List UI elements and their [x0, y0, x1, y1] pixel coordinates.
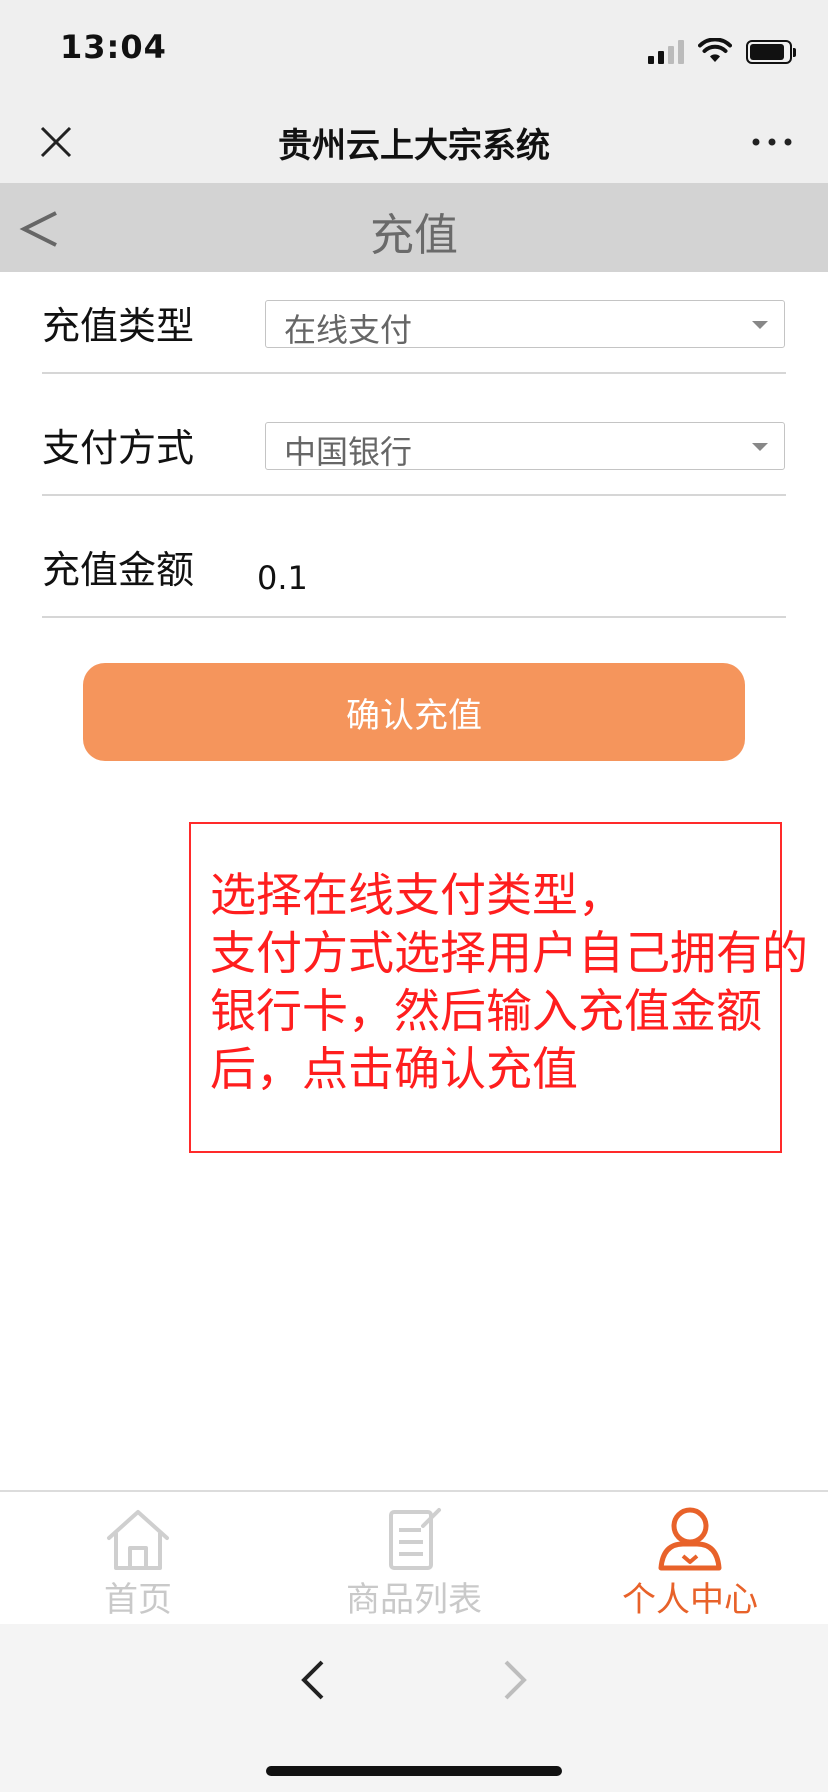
browser-forward-button[interactable] [490, 1652, 538, 1708]
tab-product-list-label: 商品列表 [346, 1580, 482, 1620]
amount-row: 充值金额 [42, 516, 786, 618]
recharge-type-label: 充值类型 [42, 304, 195, 348]
app-bar: 贵州云上大宗系统 [0, 100, 828, 183]
battery-level [750, 44, 785, 60]
annotation-line: 支付方式选择用户自己拥有的 [210, 926, 808, 980]
product-list-icon [389, 1508, 441, 1570]
payment-method-value: 中国银行 [284, 433, 413, 471]
annotation-line: 银行卡，然后输入充值金额 [210, 984, 762, 1038]
more-button[interactable] [746, 122, 798, 162]
app-title: 贵州云上大宗系统 [278, 126, 550, 166]
home-indicator [266, 1766, 562, 1776]
annotation-line: 选择在线支付类型， [210, 868, 624, 922]
page-title: 充值 [370, 210, 458, 261]
annotation-line: 后，点击确认充值 [210, 1042, 578, 1096]
amount-label: 充值金额 [42, 548, 195, 592]
tab-home-label: 首页 [104, 1580, 172, 1620]
page-header: 充值 [0, 183, 828, 272]
status-icons [648, 36, 796, 64]
user-center-icon [658, 1507, 722, 1571]
chevron-right-icon [504, 1660, 527, 1700]
more-icon [752, 138, 792, 146]
confirm-recharge-button[interactable]: 确认充值 [83, 663, 745, 761]
recharge-type-row: 充值类型 在线支付 [42, 272, 786, 374]
status-time: 13:04 [60, 28, 167, 66]
recharge-type-value: 在线支付 [284, 311, 413, 349]
recharge-type-select[interactable]: 在线支付 [265, 300, 785, 349]
tab-bar: 首页 商品列表 个人中心 [0, 1490, 828, 1624]
status-bar: 13:04 [0, 0, 828, 100]
chevron-left-icon [301, 1660, 324, 1700]
signal-icon [648, 40, 684, 64]
caret-down-icon [752, 321, 768, 329]
payment-method-label: 支付方式 [42, 426, 195, 470]
tab-home[interactable]: 首页 [0, 1492, 276, 1624]
amount-input[interactable] [255, 556, 759, 600]
payment-method-select[interactable]: 中国银行 [265, 422, 785, 471]
battery-icon [746, 40, 796, 64]
browser-back-button[interactable] [290, 1652, 338, 1708]
caret-down-icon [752, 443, 768, 451]
tab-user-center[interactable]: 个人中心 [552, 1492, 828, 1624]
wifi-icon [698, 38, 732, 62]
home-icon [107, 1510, 169, 1570]
browser-nav [0, 1624, 828, 1792]
payment-method-row: 支付方式 中国银行 [42, 394, 786, 496]
tab-user-center-label: 个人中心 [622, 1580, 758, 1620]
tab-product-list[interactable]: 商品列表 [276, 1492, 552, 1624]
annotation-text: 选择在线支付类型， 支付方式选择用户自己拥有的 银行卡，然后输入充值金额 后，点… [210, 866, 818, 1098]
